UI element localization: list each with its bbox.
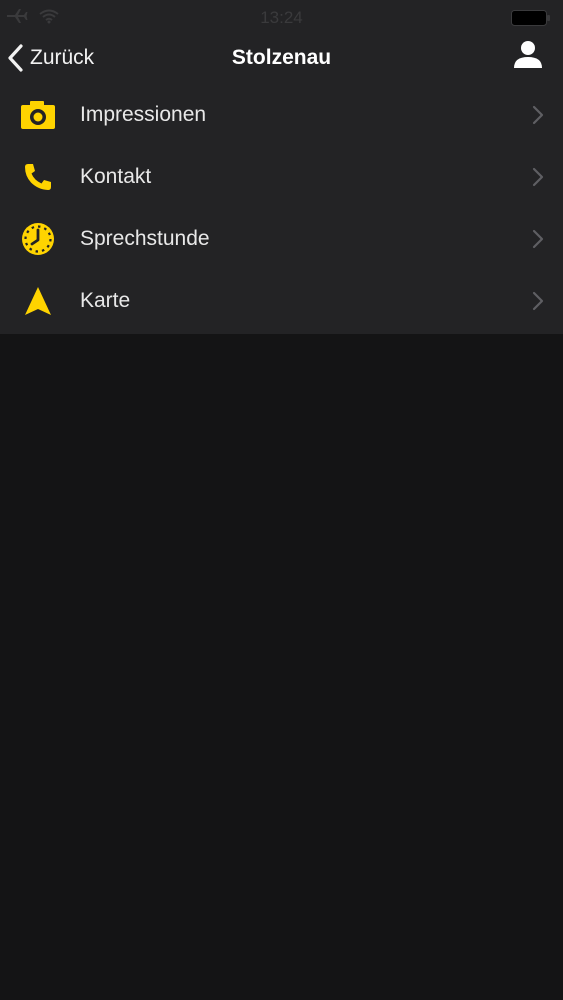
navigation-arrow-icon [20, 283, 56, 319]
status-bar: 13:24 [0, 0, 563, 36]
navigation-bar: Zurück Stolzenau [0, 36, 563, 80]
status-time: 13:24 [260, 8, 303, 27]
chevron-right-icon [531, 166, 545, 188]
battery-icon [511, 10, 551, 31]
person-icon [512, 38, 544, 75]
menu-item-label: Impressionen [80, 103, 207, 126]
menu-item-kontakt[interactable]: Kontakt [0, 146, 563, 208]
header-panel: 13:24 Zurück Stolzenau Impressionen Kont… [0, 0, 563, 334]
menu-item-impressionen[interactable]: Impressionen [0, 84, 563, 146]
chevron-right-icon [531, 228, 545, 250]
menu-item-sprechstunde[interactable]: Sprechstunde [0, 208, 563, 270]
menu-item-karte[interactable]: Karte [0, 270, 563, 332]
menu-item-label: Karte [80, 289, 131, 312]
page-title: Stolzenau [231, 46, 332, 69]
menu-item-label: Sprechstunde [80, 227, 210, 250]
clock-icon [20, 221, 56, 257]
profile-button[interactable] [511, 38, 545, 74]
chevron-right-icon [531, 104, 545, 126]
menu-item-label: Kontakt [80, 165, 152, 188]
menu-list: Impressionen Kontakt Sprechstunde Karte [0, 84, 563, 332]
camera-icon [20, 97, 56, 133]
chevron-right-icon [531, 290, 545, 312]
phone-icon [20, 159, 56, 195]
list-bottom-spacer [0, 332, 563, 334]
